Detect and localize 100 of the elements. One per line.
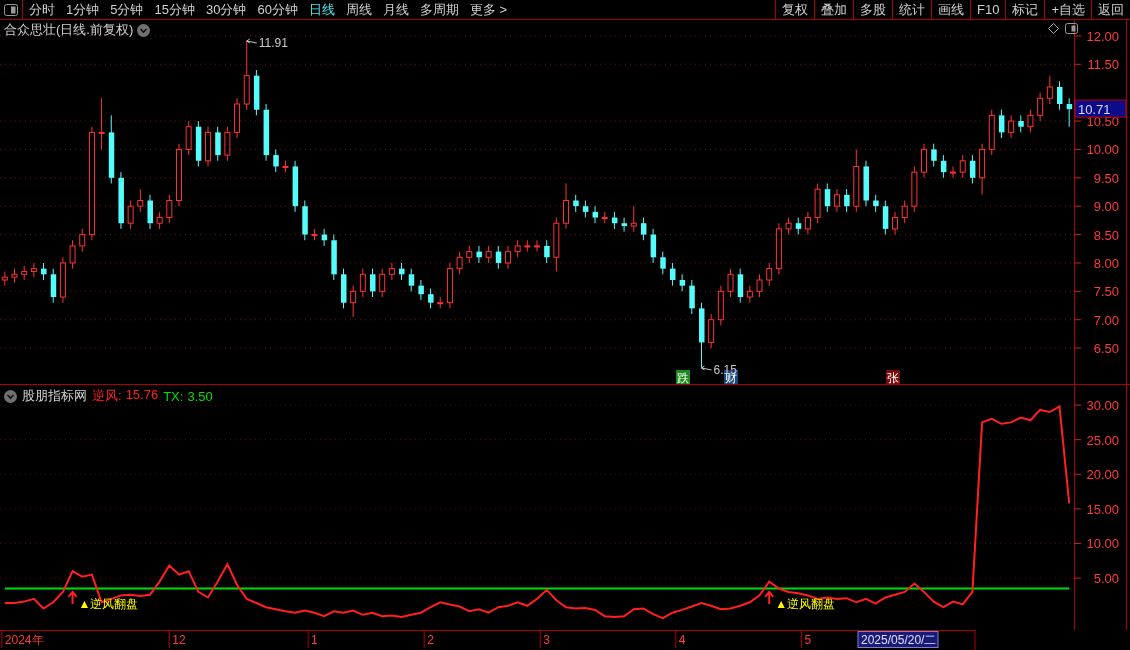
up-arrow-icon [764, 590, 775, 605]
indicator-axis-label: 10.00 [1086, 536, 1119, 552]
candlestick [785, 217, 792, 236]
toolbar-button[interactable]: 返回 [1091, 0, 1130, 19]
period-tab[interactable]: 更多 > [469, 0, 508, 19]
price-axis-label: 6.50 [1093, 341, 1119, 357]
candlestick [563, 183, 570, 230]
panel-toggle-icon[interactable] [4, 3, 18, 16]
period-tab[interactable]: 15分钟 [154, 0, 195, 19]
candlestick [127, 200, 134, 230]
candlestick [824, 183, 831, 213]
candlestick [640, 217, 647, 241]
candlestick [59, 256, 66, 304]
candlestick [514, 239, 521, 258]
diamond-icon[interactable] [1048, 23, 1059, 34]
candlestick [311, 228, 318, 241]
candlestick [1066, 97, 1073, 128]
candlestick [911, 165, 918, 213]
period-tab[interactable]: 周线 [345, 0, 372, 19]
candlestick [669, 262, 676, 287]
price-axis-label: 7.50 [1093, 284, 1119, 300]
toolbar-button[interactable]: 画线 [931, 0, 970, 19]
chart-title: 合众思壮(日线.前复权) [4, 21, 134, 39]
candlestick [650, 228, 657, 264]
period-tab[interactable]: 30分钟 [205, 0, 247, 19]
date-axis-label: 12 [172, 633, 186, 647]
candlestick [418, 279, 424, 301]
period-tab[interactable]: 月线 [382, 0, 409, 19]
price-axis-label: 8.50 [1093, 227, 1119, 243]
candlestick [601, 211, 608, 224]
candlestick [11, 268, 18, 284]
candlestick [988, 109, 995, 156]
candlestick [224, 126, 231, 162]
candlestick [166, 194, 173, 224]
period-tab[interactable]: 分时 [29, 0, 55, 19]
price-axis-label: 8.00 [1093, 255, 1119, 271]
candlestick [263, 103, 270, 162]
candlestick [147, 194, 153, 230]
candlestick [524, 239, 531, 253]
candlestick [892, 211, 898, 236]
candlestick [699, 302, 705, 369]
candlestick [408, 268, 415, 292]
leader-line [701, 365, 712, 371]
candlestick [331, 234, 337, 281]
dropdown-icon[interactable] [4, 389, 17, 403]
candlestick [370, 268, 376, 298]
candlestick [1027, 109, 1034, 133]
candlestick [689, 279, 695, 315]
candlestick [775, 222, 782, 275]
period-tab[interactable]: 日线 [308, 0, 335, 19]
candlestick [341, 268, 347, 309]
candlestick [1, 270, 8, 287]
price-extreme-label: 11.91 [258, 36, 288, 50]
candlestick [746, 285, 753, 304]
leader-line [246, 38, 258, 44]
candlestick [359, 268, 366, 298]
event-badge[interactable]: 张 [886, 370, 900, 385]
signal-label: ▲逆风翻盘 [775, 596, 836, 611]
period-tab[interactable]: 多周期 [419, 0, 459, 19]
dropdown-icon[interactable] [137, 23, 151, 37]
toolbar-button[interactable]: 统计 [892, 0, 931, 19]
price-axis-label: 9.00 [1093, 199, 1119, 215]
candlestick [717, 285, 724, 326]
indicator-axis-label: 15.00 [1086, 501, 1119, 517]
candlestick [176, 143, 182, 207]
candlestick [253, 69, 260, 116]
candlestick [863, 160, 869, 207]
candlestick [630, 205, 637, 233]
event-badge[interactable]: 跌 [676, 370, 690, 385]
candlestick [844, 188, 850, 213]
period-tab[interactable]: 1分钟 [66, 0, 100, 19]
toolbar-button[interactable]: 复权 [775, 0, 814, 19]
toolbar-button[interactable]: 标记 [1005, 0, 1045, 19]
cursor-date-label: 2025/05/20/二 [857, 631, 939, 648]
indicator-axis-label: 25.00 [1086, 432, 1119, 448]
period-tab[interactable]: 60分钟 [257, 0, 298, 19]
candlestick [456, 251, 463, 275]
candlestick [1018, 114, 1024, 133]
toolbar-button[interactable]: 多股 [853, 0, 892, 19]
panel-toggle-icon[interactable] [1065, 23, 1078, 34]
candlestick [215, 126, 221, 162]
candlestick [1008, 114, 1015, 139]
candlestick [273, 148, 279, 173]
candlestick [399, 262, 405, 281]
candlestick [592, 205, 599, 224]
toolbar-button[interactable]: F10 [970, 0, 1006, 19]
candlestick [321, 228, 328, 247]
candlestick [756, 273, 763, 298]
toolbar-button[interactable]: +自选 [1044, 0, 1091, 19]
candlestick [50, 268, 57, 304]
candlestick [1046, 75, 1053, 105]
toolbar-button[interactable]: 叠加 [814, 0, 853, 19]
candlestick [428, 288, 434, 309]
date-axis-label: 2024年 [4, 633, 44, 647]
candlestick [553, 217, 560, 272]
candlestick [931, 143, 937, 167]
candlestick [185, 120, 192, 156]
candlestick [950, 165, 957, 179]
period-tab[interactable]: 5分钟 [110, 0, 144, 19]
indicator-axis-label: 30.00 [1086, 398, 1119, 414]
